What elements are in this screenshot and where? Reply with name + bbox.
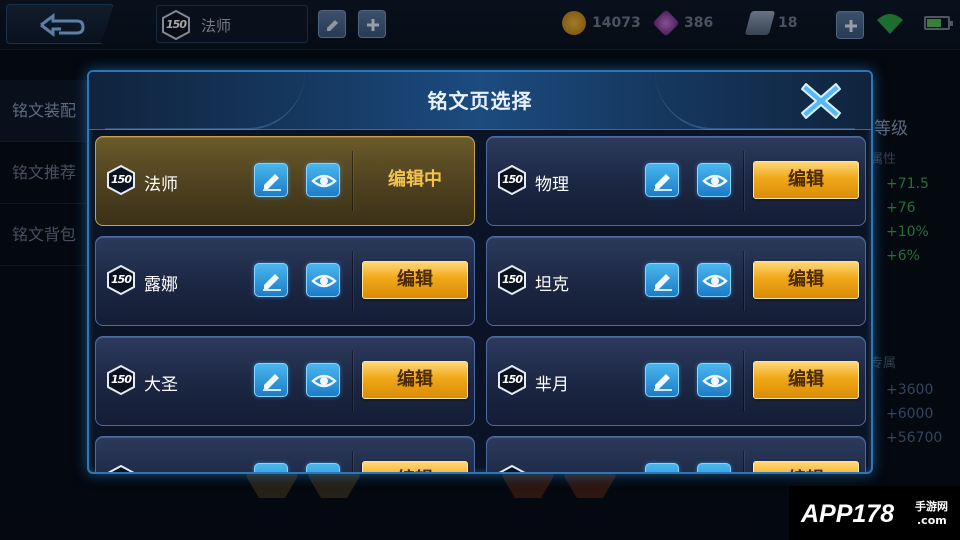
preview-button[interactable] [306, 463, 340, 472]
page-select-dialog: 铭文页选择 150 法师 编辑中 150 物理 编辑 150 露娜 编辑 150 坦克 编辑 150 大圣… [87, 70, 873, 474]
eye-icon [311, 174, 337, 188]
level-badge [497, 465, 527, 472]
eye-icon [702, 374, 728, 388]
site-watermark: APP178 手游网 .com [789, 486, 960, 540]
level-badge: 150 [497, 265, 527, 295]
level-badge: 150 [106, 265, 136, 295]
preview-button[interactable] [306, 363, 340, 397]
edit-button[interactable]: 编辑 [753, 461, 859, 472]
preview-button[interactable] [306, 163, 340, 197]
pencil-icon [654, 174, 672, 191]
page-card[interactable]: 编辑 [95, 436, 475, 472]
preview-button[interactable] [697, 163, 731, 197]
page-card[interactable]: 编辑 [486, 436, 866, 472]
preview-button[interactable] [697, 463, 731, 472]
level-badge: 150 [497, 365, 527, 395]
pencil-icon [263, 174, 281, 191]
page-name: 芈月 [535, 375, 569, 395]
pencil-icon [263, 274, 281, 291]
rename-button[interactable] [254, 463, 288, 472]
rename-button[interactable] [645, 463, 679, 472]
watermark-brand: APP178 [801, 500, 895, 528]
editing-status: 编辑中 [388, 169, 442, 190]
close-button[interactable] [797, 78, 845, 124]
watermark-sub: 手游网 [915, 500, 948, 513]
pencil-icon [263, 374, 281, 391]
page-name: 法师 [144, 175, 178, 195]
preview-button[interactable] [697, 263, 731, 297]
level-badge: 150 [106, 165, 136, 195]
edit-button[interactable]: 编辑 [362, 461, 468, 472]
pencil-icon [650, 468, 676, 472]
eye-icon [311, 468, 337, 472]
rename-button[interactable] [645, 363, 679, 397]
eye-icon [311, 274, 337, 288]
page-name: 物理 [535, 175, 569, 195]
level-badge [106, 465, 136, 472]
page-card[interactable]: 150 物理 编辑 [486, 136, 866, 226]
page-card[interactable]: 150 大圣 编辑 [95, 336, 475, 426]
rename-button[interactable] [645, 163, 679, 197]
page-name: 坦克 [535, 275, 569, 295]
edit-button[interactable]: 编辑 [362, 261, 468, 299]
page-card[interactable]: 150 芈月 编辑 [486, 336, 866, 426]
preview-button[interactable] [306, 263, 340, 297]
level-badge: 150 [497, 165, 527, 195]
rename-button[interactable] [254, 263, 288, 297]
rename-button[interactable] [254, 363, 288, 397]
edit-button[interactable]: 编辑 [753, 161, 859, 199]
eye-icon [702, 174, 728, 188]
eye-icon [702, 468, 728, 472]
dialog-title: 铭文页选择 [427, 89, 533, 113]
page-card[interactable]: 150 坦克 编辑 [486, 236, 866, 326]
edit-button[interactable]: 编辑 [753, 261, 859, 299]
page-card[interactable]: 150 露娜 编辑 [95, 236, 475, 326]
level-badge: 150 [106, 365, 136, 395]
edit-button[interactable]: 编辑 [753, 361, 859, 399]
dialog-header: 铭文页选择 [89, 72, 871, 130]
page-name: 露娜 [144, 275, 178, 295]
page-card[interactable]: 150 法师 编辑中 [95, 136, 475, 226]
close-icon [801, 83, 841, 119]
page-name: 大圣 [144, 375, 178, 395]
edit-button[interactable]: 编辑 [362, 361, 468, 399]
watermark-domain: .com [917, 514, 947, 527]
rename-button[interactable] [254, 163, 288, 197]
pencil-icon [654, 374, 672, 391]
eye-icon [311, 374, 337, 388]
eye-icon [702, 274, 728, 288]
rename-button[interactable] [645, 263, 679, 297]
pencil-icon [259, 468, 285, 472]
pencil-icon [654, 274, 672, 291]
preview-button[interactable] [697, 363, 731, 397]
page-list: 150 法师 编辑中 150 物理 编辑 150 露娜 编辑 150 坦克 编辑 150 大圣 编辑 150 芈… [95, 136, 867, 472]
